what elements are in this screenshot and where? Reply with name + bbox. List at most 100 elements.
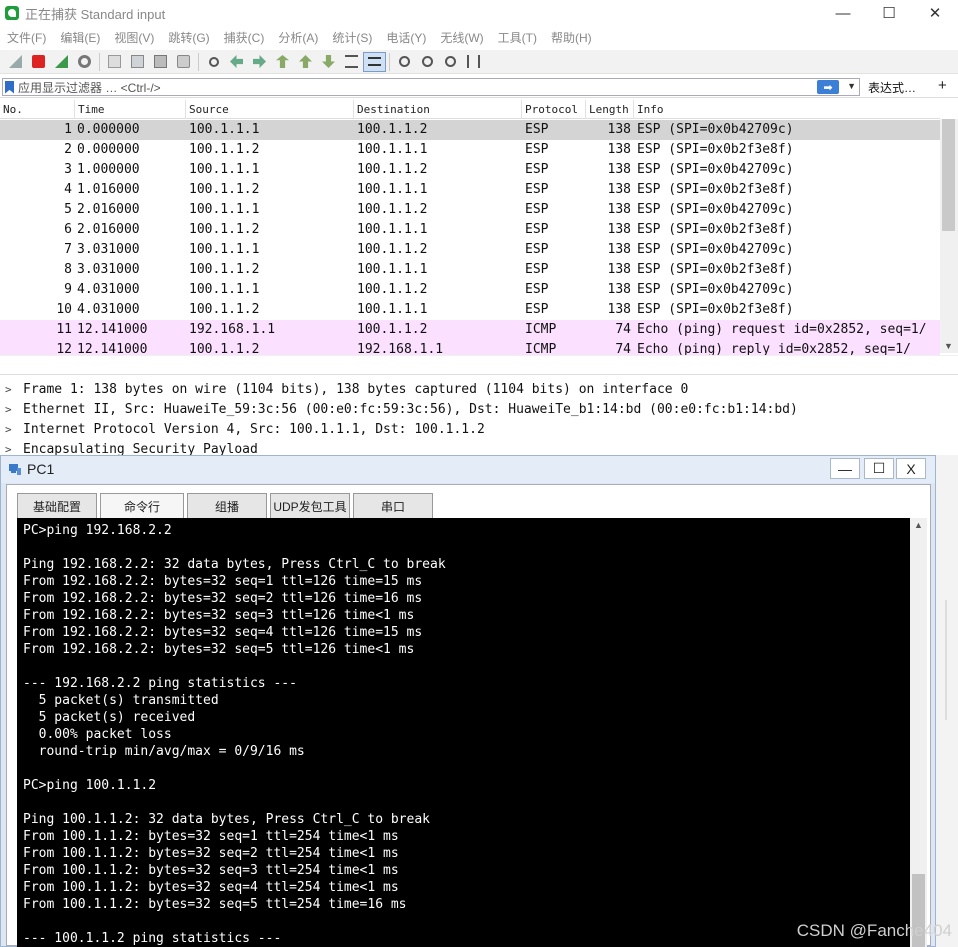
find-packet-icon[interactable] [202, 52, 225, 72]
menu-tools[interactable]: 工具(T) [491, 29, 544, 46]
reload-file-icon[interactable] [172, 52, 195, 72]
scroll-up-icon[interactable]: ▲ [914, 520, 923, 530]
colorize-icon[interactable] [363, 51, 386, 72]
go-back-icon[interactable] [225, 52, 248, 72]
menu-help[interactable]: 帮助(H) [544, 29, 599, 46]
tab-multicast[interactable]: 组播 [187, 493, 267, 519]
menu-view[interactable]: 视图(V) [107, 29, 161, 46]
save-file-icon[interactable] [126, 52, 149, 72]
menu-edit[interactable]: 编辑(E) [53, 29, 107, 46]
minimize-button[interactable]: — [820, 0, 866, 26]
packet-row[interactable]: 3 1.000000 100.1.1.1 100.1.1.2 ESP 138 ESP (SP… [0, 160, 940, 180]
packet-info: Echo (ping) request id=0x2852, seq=1/ [637, 322, 927, 337]
column-header-no[interactable]: No. [0, 100, 75, 119]
pc1-maximize-button[interactable]: ☐ [864, 458, 894, 479]
packet-row[interactable]: 12 12.141000 100.1.1.2 192.168.1.1 ICMP 74 Ech… [0, 340, 940, 356]
expand-caret-icon[interactable]: > [5, 400, 12, 420]
terminal-line: --- 100.1.1.2 ping statistics --- [23, 931, 282, 946]
autoscroll-icon[interactable] [340, 52, 363, 72]
pc1-minimize-button[interactable]: — [830, 458, 860, 479]
packet-row[interactable]: 10 4.031000 100.1.1.2 100.1.1.1 ESP 138 ESP (S… [0, 300, 940, 320]
scroll-down-icon[interactable]: ▼ [944, 341, 953, 351]
packet-list-vertical-scrollbar[interactable]: ▼ [940, 119, 958, 353]
bookmark-icon[interactable] [5, 80, 14, 94]
packet-no: 7 [64, 242, 72, 257]
packet-row[interactable]: 1 0.000000 100.1.1.1 100.1.1.2 ESP 138 ESP (SP… [0, 120, 940, 140]
scrollbar-thumb[interactable] [942, 119, 955, 231]
packet-row[interactable]: 6 2.016000 100.1.1.2 100.1.1.1 ESP 138 ESP (SP… [0, 220, 940, 240]
toolbar-divider [198, 52, 199, 71]
terminal-line: From 100.1.1.2: bytes=32 seq=1 ttl=254 t… [23, 829, 399, 844]
packet-destination: 100.1.1.1 [357, 222, 428, 237]
packet-no: 3 [64, 162, 72, 177]
terminal-line: From 192.168.2.2: bytes=32 seq=3 ttl=126… [23, 608, 415, 623]
packet-protocol: ESP [525, 202, 549, 217]
command-line-terminal[interactable]: PC>ping 192.168.2.2 Ping 192.168.2.2: 32 … [17, 518, 927, 947]
menu-statistics[interactable]: 统计(S) [325, 29, 379, 46]
packet-time: 2.016000 [77, 222, 140, 237]
packet-no: 9 [64, 282, 72, 297]
column-header-destination[interactable]: Destination [354, 100, 522, 119]
menu-analyze[interactable]: 分析(A) [271, 29, 325, 46]
expand-caret-icon[interactable]: > [5, 420, 12, 440]
zoom-reset-icon[interactable] [439, 52, 462, 72]
tab-command-line[interactable]: 命令行 [100, 493, 184, 519]
close-button[interactable]: ✕ [912, 0, 958, 26]
menu-file[interactable]: 文件(F) [0, 29, 53, 46]
terminal-line: --- 192.168.2.2 ping statistics --- [23, 676, 297, 691]
terminal-scrollbar[interactable]: ▲ [910, 518, 927, 947]
shark-fin-start-icon[interactable] [4, 52, 27, 72]
last-packet-icon[interactable] [317, 52, 340, 72]
tab-basic-config[interactable]: 基础配置 [17, 493, 97, 519]
close-file-icon[interactable] [149, 52, 172, 72]
go-to-packet-icon[interactable] [271, 52, 294, 72]
packet-length: 138 [607, 122, 631, 137]
packet-row[interactable]: 11 12.141000 192.168.1.1 100.1.1.2 ICMP 74 Ech… [0, 320, 940, 340]
restart-capture-icon[interactable] [50, 52, 73, 72]
menu-telephony[interactable]: 电话(Y) [379, 29, 433, 46]
first-packet-icon[interactable] [294, 52, 317, 72]
detail-row-ethernet[interactable]: > Ethernet II, Src: HuaweiTe_59:3c:56 (0… [0, 400, 958, 420]
packet-length: 74 [615, 322, 631, 337]
packet-no: 8 [64, 262, 72, 277]
packet-length: 138 [607, 302, 631, 317]
packet-row[interactable]: 8 3.031000 100.1.1.2 100.1.1.1 ESP 138 ESP (SP… [0, 260, 940, 280]
maximize-button[interactable]: ☐ [866, 0, 912, 26]
menu-capture[interactable]: 捕获(C) [217, 29, 272, 46]
capture-options-icon[interactable] [73, 52, 96, 72]
packet-row[interactable]: 5 2.016000 100.1.1.1 100.1.1.2 ESP 138 ESP (SP… [0, 200, 940, 220]
expression-button[interactable]: 表达式… [868, 79, 916, 96]
zoom-in-icon[interactable] [393, 52, 416, 72]
detail-row-ipv4[interactable]: > Internet Protocol Version 4, Src: 100.… [0, 420, 958, 440]
tab-udp-tool[interactable]: UDP发包工具 [270, 493, 350, 519]
menu-wireless[interactable]: 无线(W) [433, 29, 490, 46]
packet-list-horizontal-scrollbar[interactable]: ◀ ▶ [0, 355, 958, 356]
column-header-protocol[interactable]: Protocol [522, 100, 586, 119]
apply-filter-arrow-icon[interactable]: ➡ [817, 80, 839, 94]
packet-row[interactable]: 9 4.031000 100.1.1.1 100.1.1.2 ESP 138 ESP (SP… [0, 280, 940, 300]
resize-columns-icon[interactable] [462, 52, 485, 72]
packet-row[interactable]: 4 1.016000 100.1.1.2 100.1.1.1 ESP 138 ESP (SP… [0, 180, 940, 200]
column-header-length[interactable]: Length [586, 100, 634, 119]
pc1-title: PC1 [27, 461, 55, 477]
zoom-out-icon[interactable] [416, 52, 439, 72]
packet-row[interactable]: 2 0.000000 100.1.1.2 100.1.1.1 ESP 138 ESP (SP… [0, 140, 940, 160]
go-forward-icon[interactable] [248, 52, 271, 72]
detail-row-frame[interactable]: > Frame 1: 138 bytes on wire (1104 bits)… [0, 380, 958, 400]
packet-no: 4 [64, 182, 72, 197]
menu-go[interactable]: 跳转(G) [161, 29, 216, 46]
packet-info: Echo (ping) reply id=0x2852, seq=1/ [637, 342, 911, 356]
pc1-close-button[interactable]: X [896, 458, 926, 479]
packet-info: ESP (SPI=0x0b2f3e8f) [637, 182, 794, 197]
open-file-icon[interactable] [103, 52, 126, 72]
column-header-source[interactable]: Source [186, 100, 354, 119]
add-filter-button[interactable]: + [938, 77, 947, 94]
display-filter-input[interactable]: 应用显示过滤器 … <Ctrl-/> ➡ ▼ [2, 78, 860, 96]
stop-capture-icon[interactable] [27, 52, 50, 72]
packet-row[interactable]: 7 3.031000 100.1.1.1 100.1.1.2 ESP 138 ESP (SP… [0, 240, 940, 260]
chevron-down-icon[interactable]: ▼ [847, 81, 856, 91]
column-header-time[interactable]: Time [75, 100, 186, 119]
column-header-info[interactable]: Info [634, 100, 940, 119]
tab-serial[interactable]: 串口 [353, 493, 433, 519]
expand-caret-icon[interactable]: > [5, 380, 12, 400]
